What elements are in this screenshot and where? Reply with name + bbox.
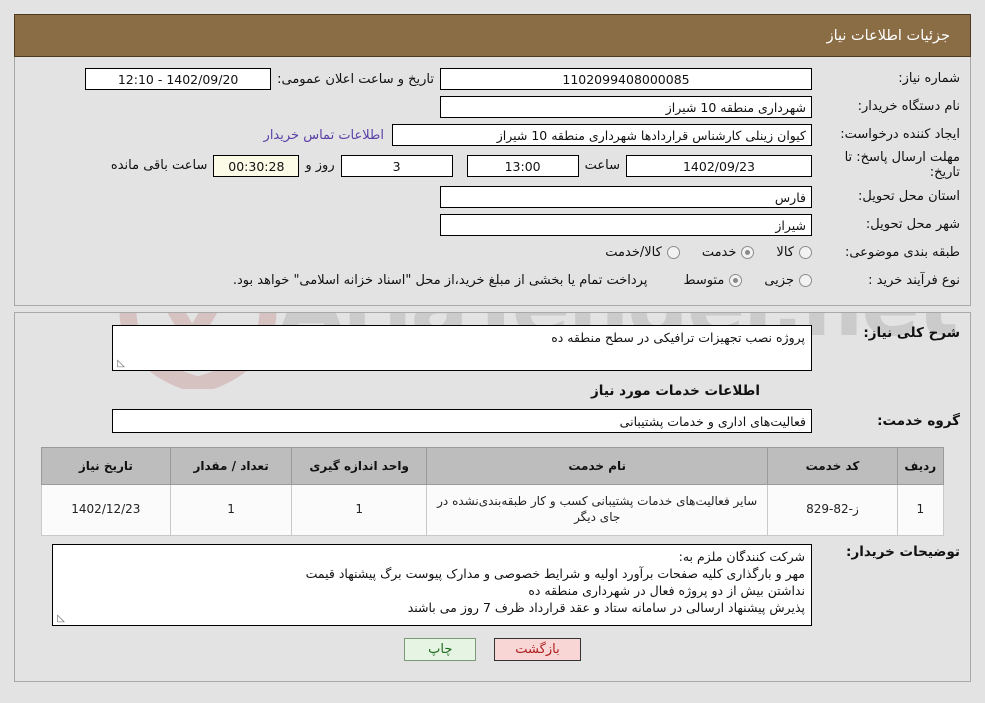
general-desc-label: شرح کلی نیاز: bbox=[863, 324, 960, 341]
category-option-label: کالا bbox=[776, 245, 794, 261]
category-radio-group: کالا خدمت کالا/خدمت bbox=[583, 245, 812, 260]
radio-icon[interactable] bbox=[799, 246, 812, 260]
resize-grip-icon[interactable]: ◺ bbox=[55, 613, 65, 624]
buyer-notes-line: پذیرش پیشنهاد ارسالی در سامانه ستاد و عق… bbox=[407, 599, 805, 615]
table-row: 1 ز-82-829 سایر فعالیت‌های خدمات پشتیبان… bbox=[41, 483, 945, 536]
resize-grip-icon[interactable]: ◺ bbox=[115, 358, 125, 369]
th-quantity: تعداد / مقدار bbox=[169, 446, 293, 485]
remaining-days-value: 3 bbox=[340, 154, 453, 177]
buyer-notes-line: شرکت کنندگان ملزم به: bbox=[678, 548, 805, 564]
category-option-label: کالا/خدمت bbox=[605, 245, 662, 261]
process-type-label: نوع فرآیند خرید : bbox=[868, 272, 960, 288]
category-option-khedmat[interactable]: خدمت bbox=[702, 245, 755, 260]
back-button[interactable]: بازگشت bbox=[494, 637, 581, 661]
category-option-kala[interactable]: کالا bbox=[776, 245, 812, 260]
process-option-jozei[interactable]: جزیی bbox=[764, 273, 812, 288]
category-label: طبقه بندی موضوعی: bbox=[844, 244, 960, 260]
category-option-kala-khedmat[interactable]: کالا/خدمت bbox=[605, 245, 680, 260]
row-buyer-notes: توضیحات خریدار: شرکت کنندگان ملزم به: مه… bbox=[25, 543, 960, 626]
page-title: جزئیات اطلاعات نیاز bbox=[826, 27, 950, 44]
table-header-row: ردیف کد خدمت نام خدمت واحد اندازه گیری ت… bbox=[41, 446, 945, 485]
row-deadline: مهلت ارسال پاسخ: تا تاریخ: 1402/09/23 سا… bbox=[25, 150, 960, 181]
deadline-hour-value: 13:00 bbox=[466, 154, 579, 177]
category-option-label: خدمت bbox=[701, 245, 737, 261]
city-value: شیراز bbox=[440, 213, 812, 236]
hour-label: ساعت bbox=[584, 158, 620, 174]
buyer-notes-textarea[interactable]: شرکت کنندگان ملزم به: مهر و بارگذاری کلی… bbox=[52, 543, 812, 626]
radio-icon[interactable] bbox=[799, 274, 812, 288]
th-radif: ردیف bbox=[896, 446, 945, 485]
page-root: جزئیات اطلاعات نیاز شماره نیاز: 11020994… bbox=[0, 0, 985, 682]
need-number-label: شماره نیاز: bbox=[898, 70, 960, 86]
service-group-label: گروه خدمت: bbox=[877, 412, 960, 429]
page-header: جزئیات اطلاعات نیاز bbox=[14, 14, 971, 57]
creator-value: کیوان زینلی کارشناس قراردادها شهرداری من… bbox=[392, 124, 812, 146]
general-desc-value: پروژه نصب تجهیزات ترافیکی در سطح منطقه د… bbox=[551, 329, 805, 345]
cell-unit: 1 bbox=[291, 483, 427, 536]
cell-service-name: سایر فعالیت‌های خدمات پشتیبانی کسب و کار… bbox=[425, 483, 769, 536]
items-table: ردیف کد خدمت نام خدمت واحد اندازه گیری ت… bbox=[41, 446, 945, 536]
th-unit: واحد اندازه گیری bbox=[291, 446, 427, 485]
th-service-name: نام خدمت bbox=[425, 446, 769, 485]
row-service-group: گروه خدمت: فعالیت‌های اداری و خدمات پشتی… bbox=[25, 408, 960, 433]
province-value: فارس bbox=[440, 185, 812, 208]
publish-label: تاریخ و ساعت اعلان عمومی: bbox=[277, 71, 434, 87]
cell-quantity: 1 bbox=[169, 483, 293, 536]
radio-icon[interactable] bbox=[666, 246, 680, 260]
countdown-timer: 00:30:28 bbox=[213, 154, 300, 177]
row-general-desc: شرح کلی نیاز: پروژه نصب تجهیزات ترافیکی … bbox=[25, 324, 960, 371]
th-service-code: کد خدمت bbox=[767, 446, 898, 485]
radio-icon[interactable] bbox=[741, 246, 755, 260]
need-number-value: 1102099408000085 bbox=[440, 68, 812, 90]
deadline-date-value: 1402/09/23 bbox=[626, 154, 812, 177]
row-province: استان محل تحویل: فارس bbox=[25, 185, 960, 209]
deadline-label: مهلت ارسال پاسخ: تا تاریخ: bbox=[844, 150, 960, 180]
need-info-panel: شماره نیاز: 1102099408000085 تاریخ و ساع… bbox=[14, 57, 971, 306]
need-details-panel: شرح کلی نیاز: پروژه نصب تجهیزات ترافیکی … bbox=[14, 311, 971, 682]
cell-need-date: 1402/12/23 bbox=[41, 483, 171, 536]
print-button[interactable]: چاپ bbox=[404, 637, 477, 661]
buyer-org-label: نام دستگاه خریدار: bbox=[857, 98, 960, 114]
buyer-notes-label: توضیحات خریدار: bbox=[846, 543, 960, 560]
city-label: شهر محل تحویل: bbox=[865, 216, 960, 232]
creator-label: ایجاد کننده درخواست: bbox=[840, 126, 960, 142]
buyer-org-value: شهرداری منطقه 10 شیراز bbox=[440, 96, 812, 118]
publish-value: 1402/09/20 - 12:10 bbox=[85, 68, 272, 90]
th-need-date: تاریخ نیاز bbox=[41, 446, 171, 485]
row-buyer-org: نام دستگاه خریدار: شهرداری منطقه 10 شیرا… bbox=[25, 95, 960, 119]
services-section-heading: اطلاعات خدمات مورد نیاز bbox=[590, 382, 760, 399]
cell-radif: 1 bbox=[896, 483, 945, 536]
footer-button-row: بازگشت چاپ bbox=[25, 637, 960, 671]
buyer-notes-line: نداشتن بیش از دو پروژه فعال در شهرداری م… bbox=[528, 582, 805, 598]
row-creator: ایجاد کننده درخواست: کیوان زینلی کارشناس… bbox=[25, 123, 960, 147]
row-need-number: شماره نیاز: 1102099408000085 تاریخ و ساع… bbox=[25, 67, 960, 91]
process-option-label: جزیی bbox=[764, 273, 794, 289]
days-and-label: روز و bbox=[305, 158, 335, 174]
row-category: طبقه بندی موضوعی: کالا خدمت کالا/خدمت bbox=[25, 241, 960, 265]
items-table-wrapper: ردیف کد خدمت نام خدمت واحد اندازه گیری ت… bbox=[25, 446, 960, 536]
process-option-motevaset[interactable]: متوسط bbox=[683, 273, 743, 289]
province-label: استان محل تحویل: bbox=[858, 188, 960, 204]
treasury-note: پرداخت تمام یا بخشی از مبلغ خرید،از محل … bbox=[232, 273, 648, 289]
buyer-notes-line: مهر و بارگذاری کلیه صفحات برآورد اولیه و… bbox=[305, 565, 805, 581]
cell-service-code: ز-82-829 bbox=[767, 483, 898, 536]
process-radio-group: جزیی متوسط bbox=[661, 273, 812, 288]
service-group-value: فعالیت‌های اداری و خدمات پشتیبانی bbox=[112, 408, 812, 433]
row-city: شهر محل تحویل: شیراز bbox=[25, 213, 960, 237]
row-process-type: نوع فرآیند خرید : جزیی متوسط پرداخت تمام… bbox=[25, 269, 960, 293]
general-desc-textarea[interactable]: پروژه نصب تجهیزات ترافیکی در سطح منطقه د… bbox=[112, 324, 812, 371]
remaining-hours-label: ساعت باقی مانده bbox=[110, 158, 208, 174]
radio-icon[interactable] bbox=[729, 274, 743, 288]
process-option-label: متوسط bbox=[683, 273, 725, 289]
buyer-contact-link[interactable]: اطلاعات تماس خریدار bbox=[256, 128, 392, 143]
